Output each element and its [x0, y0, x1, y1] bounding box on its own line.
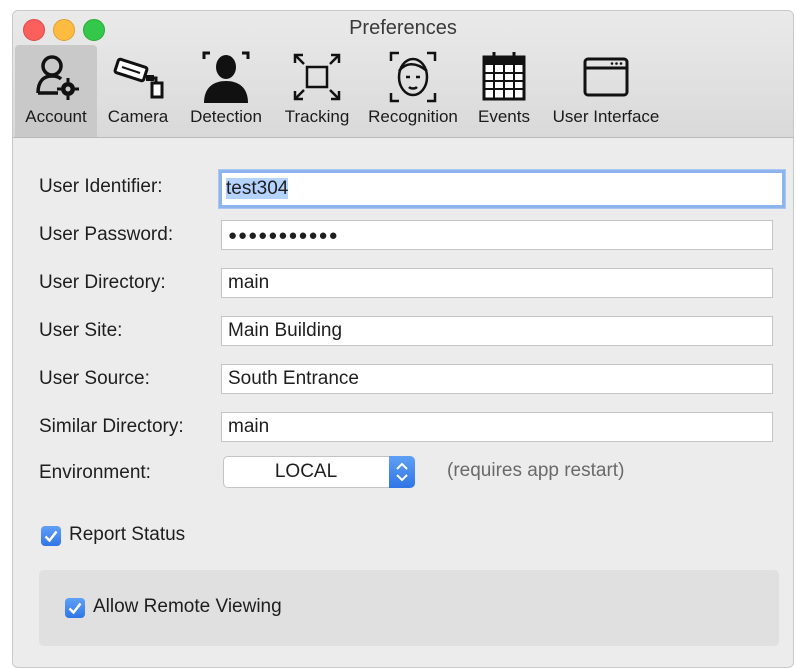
report-status-checkbox[interactable] — [41, 526, 61, 546]
user-site-input[interactable]: Main Building — [221, 316, 773, 346]
window-title: Preferences — [349, 17, 457, 39]
chevron-up-down-icon — [396, 462, 408, 482]
title-bar: Preferences Account Camera Detection Tra… — [13, 11, 793, 138]
environment-label: Environment: — [39, 462, 151, 483]
user-password-input[interactable]: ●●●●●●●●●●● — [221, 220, 773, 250]
user-directory-label: User Directory: — [39, 272, 166, 293]
user-identifier-value: test304 — [226, 178, 289, 199]
tab-events[interactable]: Events — [471, 45, 537, 137]
user-source-input[interactable]: South Entrance — [221, 364, 773, 394]
allow-remote-viewing-label[interactable]: Allow Remote Viewing — [93, 596, 282, 618]
tab-detection-label: Detection — [190, 107, 262, 126]
similar-directory-label: Similar Directory: — [39, 416, 184, 437]
report-status-label[interactable]: Report Status — [69, 524, 185, 546]
calendar-icon — [482, 52, 526, 101]
environment-restart-hint: (requires app restart) — [447, 460, 625, 481]
tab-camera[interactable]: Camera — [101, 45, 175, 137]
user-identifier-label: User Identifier: — [39, 176, 163, 197]
tab-recognition[interactable]: Recognition — [361, 45, 465, 137]
allow-remote-viewing-checkbox[interactable] — [65, 598, 85, 618]
similar-directory-input[interactable]: main — [221, 412, 773, 442]
account-settings-panel: User Identifier: test304 User Password: … — [13, 138, 793, 667]
tab-detection[interactable]: Detection — [181, 45, 271, 137]
tab-account-label: Account — [25, 107, 87, 126]
tab-camera-label: Camera — [107, 107, 169, 126]
camera-icon — [113, 57, 164, 99]
preferences-window: Preferences Account Camera Detection Tra… — [12, 10, 794, 668]
checkmark-icon — [44, 530, 58, 543]
tab-events-label: Events — [478, 107, 530, 126]
environment-selected-value: LOCAL — [274, 461, 338, 482]
tab-tracking[interactable]: Tracking — [277, 45, 357, 137]
user-password-label: User Password: — [39, 224, 174, 245]
tab-user-interface[interactable]: User Interface — [543, 45, 669, 137]
remote-viewing-group: Allow Remote Viewing — [39, 570, 779, 646]
tab-recognition-label: Recognition — [368, 107, 458, 126]
user-directory-input[interactable]: main — [221, 268, 773, 298]
environment-select[interactable]: LOCAL — [223, 456, 415, 488]
environment-stepper[interactable] — [389, 456, 415, 488]
user-identifier-input[interactable]: test304 — [219, 170, 785, 208]
user-source-label: User Source: — [39, 368, 150, 389]
tracking-icon — [293, 53, 341, 101]
face-recognition-icon — [389, 51, 437, 103]
checkmark-icon — [68, 602, 82, 615]
person-detection-icon — [202, 51, 250, 103]
account-settings-icon — [36, 55, 79, 100]
tab-tracking-label: Tracking — [284, 107, 350, 126]
tab-account[interactable]: Account — [15, 45, 97, 137]
tab-user-interface-label: User Interface — [552, 107, 660, 126]
preferences-toolbar: Account Camera Detection Tracking Recogn… — [13, 45, 793, 137]
window-icon — [583, 57, 629, 97]
user-site-label: User Site: — [39, 320, 123, 341]
